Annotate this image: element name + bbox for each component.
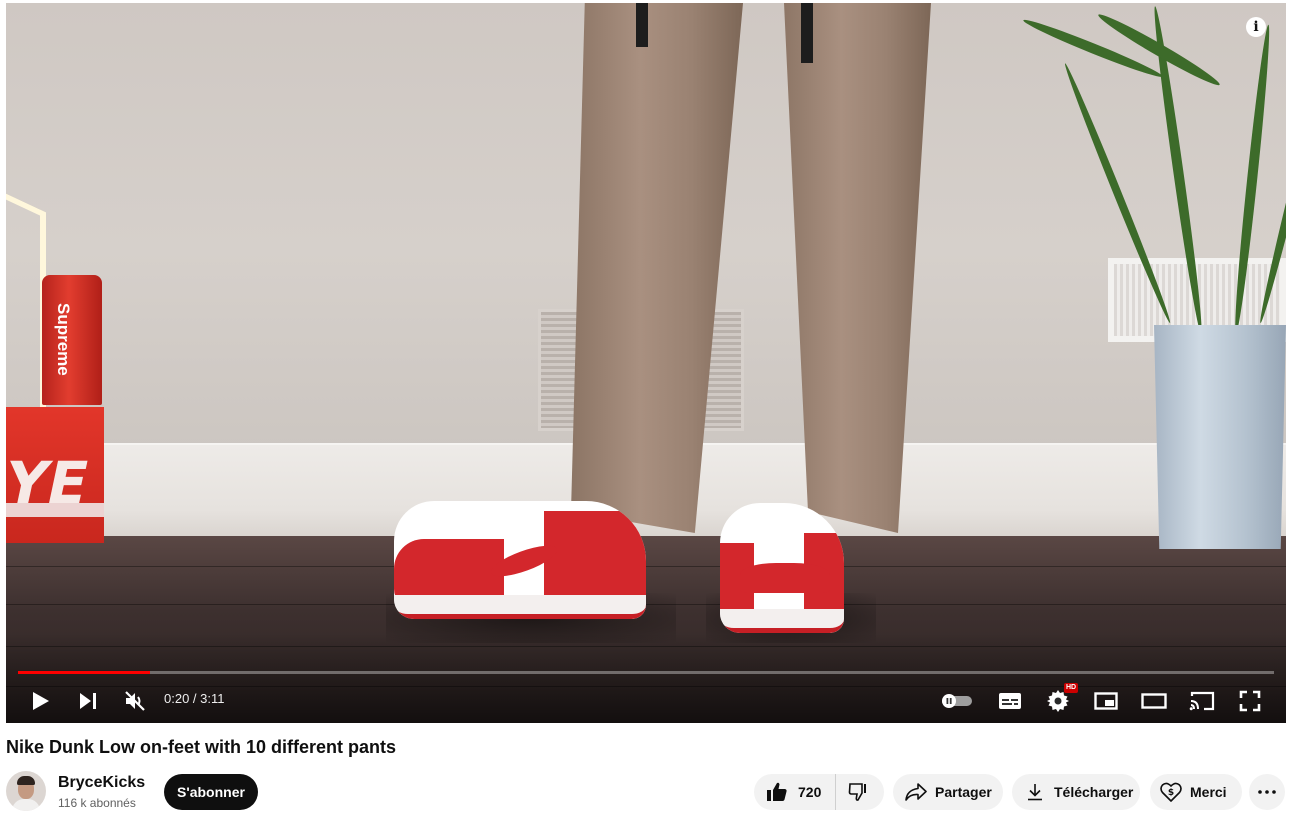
theater-mode-icon xyxy=(1141,693,1167,709)
download-icon xyxy=(1028,784,1042,801)
heart-dollar-icon: $ xyxy=(1160,782,1182,802)
play-icon xyxy=(33,692,49,710)
like-button[interactable]: 720 xyxy=(754,774,837,810)
channel-name[interactable]: BryceKicks xyxy=(58,774,145,792)
duration: 3:11 xyxy=(200,691,225,706)
cast-button[interactable] xyxy=(1186,683,1218,719)
download-button[interactable]: Télécharger xyxy=(1012,774,1140,810)
like-dislike-group: 720 xyxy=(754,774,884,810)
volume-muted-icon xyxy=(125,691,145,711)
autoplay-toggle[interactable] xyxy=(938,683,976,719)
scene-right-sneaker xyxy=(720,503,844,633)
subscribe-button[interactable]: S'abonner xyxy=(164,774,258,810)
progress-bar[interactable] xyxy=(18,671,1274,674)
scene-plant-pot xyxy=(1154,325,1286,549)
next-icon xyxy=(80,693,96,709)
video-player[interactable]: YE Supreme i 0:20 / 3:11 HD xyxy=(6,3,1286,723)
avatar[interactable] xyxy=(6,771,46,811)
like-count: 720 xyxy=(798,784,822,800)
dislike-button[interactable] xyxy=(836,774,884,810)
play-button[interactable] xyxy=(28,683,54,719)
autoplay-toggle-icon xyxy=(942,694,972,708)
scene-neon-sign xyxy=(6,194,46,413)
share-button[interactable]: Partager xyxy=(893,774,1003,810)
info-icon[interactable]: i xyxy=(1246,17,1266,37)
share-icon xyxy=(905,783,927,801)
svg-text:$: $ xyxy=(1168,788,1174,798)
more-horizontal-icon xyxy=(1258,790,1276,794)
current-time: 0:20 xyxy=(164,691,190,706)
fullscreen-button[interactable] xyxy=(1234,683,1266,719)
subtitles-button[interactable] xyxy=(994,683,1026,719)
gear-icon xyxy=(1047,690,1069,712)
theater-mode-button[interactable] xyxy=(1136,683,1172,719)
thanks-button[interactable]: $ Merci xyxy=(1150,774,1242,810)
thumbs-down-icon xyxy=(849,783,867,801)
subscriber-count: 116 k abonnés xyxy=(58,796,136,810)
mute-button[interactable] xyxy=(120,683,150,719)
subtitles-icon xyxy=(999,693,1021,709)
cast-icon xyxy=(1189,691,1215,711)
miniplayer-button[interactable] xyxy=(1090,683,1122,719)
miniplayer-icon xyxy=(1094,692,1118,710)
time-display: 0:20 / 3:11 xyxy=(164,691,225,706)
video-title: Nike Dunk Low on-feet with 10 different … xyxy=(6,737,397,757)
progress-bar-played xyxy=(18,671,150,674)
scene-can-text: Supreme xyxy=(54,303,73,376)
next-button[interactable] xyxy=(74,683,102,719)
hd-badge: HD xyxy=(1064,683,1079,693)
video-frame: YE Supreme xyxy=(6,3,1286,723)
thumbs-up-icon xyxy=(767,782,787,801)
scene-left-sneaker xyxy=(394,501,646,619)
more-actions-button[interactable] xyxy=(1249,774,1285,810)
scene-shoebox-logo: YE xyxy=(6,449,95,517)
fullscreen-icon xyxy=(1239,690,1261,712)
